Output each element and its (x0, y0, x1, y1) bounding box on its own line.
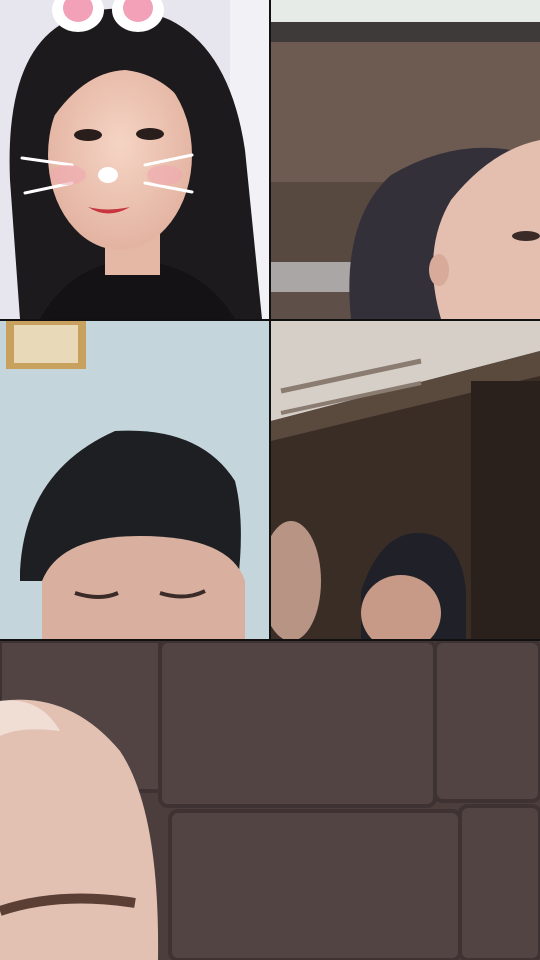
participant-1-video-feed (0, 0, 269, 319)
participant-video-tile-5[interactable] (0, 641, 540, 960)
participant-2-video-feed (271, 0, 540, 319)
participant-video-tile-1[interactable] (0, 0, 269, 319)
participant-4-video-feed (271, 321, 540, 639)
participant-video-tile-3[interactable] (0, 321, 269, 639)
participant-video-tile-2[interactable] (271, 0, 540, 319)
participant-5-video-feed (0, 641, 540, 960)
participant-video-tile-4[interactable] (271, 321, 540, 639)
participant-3-video-feed (0, 321, 269, 639)
video-call-grid (0, 0, 540, 960)
